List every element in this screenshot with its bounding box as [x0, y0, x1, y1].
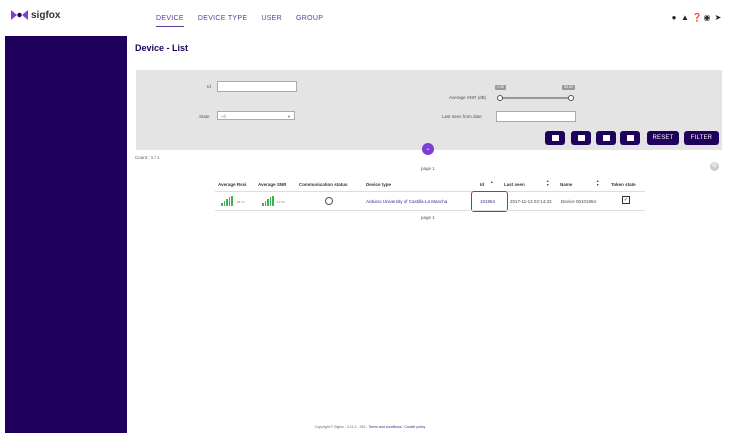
last-seen-label: Last seen from date — [442, 114, 482, 119]
folder-icon — [551, 135, 559, 141]
logout-icon[interactable]: ➤ — [714, 14, 722, 22]
col-name[interactable]: Name — [560, 182, 572, 187]
header-icons: ● ▲ ❓ ◉ ➤ — [670, 14, 722, 22]
col-communication-status[interactable]: Communication status — [299, 182, 348, 187]
col-token-state[interactable]: Token state — [611, 182, 636, 187]
expand-filters-button[interactable]: ⌄ — [422, 143, 434, 155]
device-type-link[interactable]: Arduino University of Castilla-La Mancha — [366, 199, 470, 204]
communication-status-indicator — [325, 197, 333, 205]
snr-signal-icon — [262, 196, 274, 206]
snr-slider[interactable] — [499, 97, 571, 99]
save-button[interactable] — [571, 131, 591, 145]
col-device-type[interactable]: Device type — [366, 182, 391, 187]
chevron-down-icon: ⌄ — [425, 146, 431, 152]
state-label: State — [199, 114, 210, 119]
help-icon[interactable]: ❓ — [692, 14, 702, 22]
device-name: Device 00101954 — [561, 199, 597, 204]
eye-icon[interactable]: ◉ — [703, 14, 711, 22]
col-average-snr[interactable]: Average SNR — [258, 182, 286, 187]
delete-icon — [602, 135, 610, 141]
nav-group[interactable]: GROUP — [296, 15, 323, 27]
state-value: All — [221, 114, 227, 119]
snr-min-tag: 1.00 — [495, 85, 506, 90]
nav-user[interactable]: USER — [261, 15, 282, 27]
sort-icon[interactable]: ▲ ▼ — [546, 179, 549, 187]
reset-button[interactable]: RESET — [647, 131, 679, 145]
left-sidebar — [5, 36, 127, 433]
col-id[interactable]: Id — [480, 182, 484, 187]
id-label: Id — [207, 84, 211, 89]
sort-icon[interactable]: ▲ ▼ — [596, 179, 599, 187]
rssi-signal-icon — [221, 196, 233, 206]
export-icon — [626, 135, 634, 141]
row-divider — [215, 210, 645, 211]
sigfox-logo[interactable]: sigfox — [11, 9, 60, 21]
gear-icon[interactable]: ⚙ — [710, 162, 719, 171]
snr-max-tag: 30.00 — [562, 85, 575, 90]
open-button[interactable] — [545, 131, 565, 145]
page-title: Device - List — [135, 43, 189, 53]
sort-asc-icon[interactable]: ▲ — [490, 180, 493, 185]
id-input[interactable] — [217, 81, 297, 92]
footer: Copyright © Sigfox - 0.11.2 - 249 - Term… — [0, 425, 740, 429]
result-count: Count : 1 / 1 — [135, 155, 160, 160]
nav-device-type[interactable]: DEVICE TYPE — [198, 15, 247, 27]
save-icon — [577, 135, 585, 141]
col-average-rssi[interactable]: Average Rssi — [218, 182, 246, 187]
top-bar: sigfox DEVICE DEVICE TYPE USER GROUP ● ▲… — [0, 0, 740, 36]
token-state-checkbox: ✓ — [622, 196, 630, 204]
id-highlight-box — [471, 191, 508, 212]
footer-copyright: Copyright © Sigfox - 0.11.2 - 249 - — [314, 425, 369, 429]
last-seen-input[interactable] — [496, 111, 576, 122]
snr-value: 10.59 — [277, 200, 285, 204]
alert-icon[interactable]: ▲ — [681, 14, 689, 22]
terms-link[interactable]: Terms and conditions — [368, 425, 401, 429]
last-seen-value: 2017-11-13 02:14:33 — [510, 199, 552, 204]
nav-device[interactable]: DEVICE — [156, 15, 184, 27]
main-nav: DEVICE DEVICE TYPE USER GROUP — [156, 15, 337, 27]
pager-bottom[interactable]: page 1 — [421, 215, 435, 220]
export-button[interactable] — [620, 131, 640, 145]
state-select[interactable]: All ▼ — [217, 111, 295, 120]
sigfox-logo-icon — [11, 10, 28, 20]
pager-top[interactable]: page 1 — [421, 166, 435, 171]
col-last-seen[interactable]: Last seen — [504, 182, 525, 187]
delete-button[interactable] — [596, 131, 616, 145]
chevron-down-icon: ▼ — [287, 114, 291, 119]
snr-min-handle[interactable] — [497, 95, 503, 101]
snr-label: Average SNR (dB) — [449, 95, 487, 100]
header-divider — [215, 191, 645, 192]
cookie-policy-link[interactable]: Cookie policy — [404, 425, 425, 429]
rssi-value: -98.74 — [236, 200, 245, 204]
filter-button[interactable]: FILTER — [684, 131, 719, 145]
snr-max-handle[interactable] — [568, 95, 574, 101]
brand-name: sigfox — [31, 9, 61, 21]
user-icon[interactable]: ● — [670, 14, 678, 22]
